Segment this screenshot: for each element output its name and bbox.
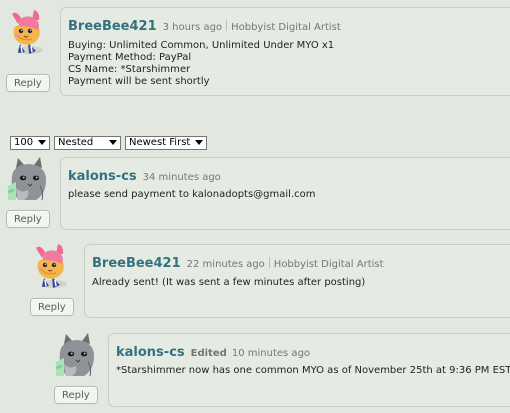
per-page-value: 100 xyxy=(14,137,34,148)
threading-value: Nested xyxy=(58,137,94,148)
divider xyxy=(268,257,270,268)
grey-creature-avatar-icon[interactable] xyxy=(6,156,56,206)
comment-bubble: kalons-cs Edited 10 minutes ago *Starshim… xyxy=(108,333,510,407)
comment-bubble: kalons-cs 34 minutes ago please send paym… xyxy=(60,157,510,230)
pink-fox-avatar-icon[interactable] xyxy=(30,240,80,290)
comment-body: Buying: Unlimited Common, Unlimited Unde… xyxy=(68,40,335,87)
username-link[interactable]: BreeBee421 xyxy=(92,256,181,271)
chevron-down-icon xyxy=(38,140,46,145)
threading-select[interactable]: Nested xyxy=(54,136,121,150)
comment-header: kalons-cs 34 minutes ago xyxy=(68,165,221,184)
username-link[interactable]: kalons-cs xyxy=(68,169,137,184)
comment-body: Already sent! (It was sent a few minutes… xyxy=(92,277,366,288)
comment-timestamp[interactable]: 10 minutes ago xyxy=(232,348,310,359)
pink-fox-avatar-icon[interactable] xyxy=(6,6,56,56)
reply-button[interactable]: Reply xyxy=(6,74,50,92)
comment-header: BreeBee421 3 hours ago Hobbyist Digital Ar… xyxy=(68,15,341,34)
comment-header: BreeBee421 22 minutes ago Hobbyist Digital… xyxy=(92,252,384,271)
grey-creature-avatar-icon[interactable] xyxy=(54,332,104,382)
comment-header: kalons-cs Edited 10 minutes ago xyxy=(116,341,310,360)
chevron-down-icon xyxy=(109,140,117,145)
per-page-select[interactable]: 100 xyxy=(10,136,50,150)
comment-sort-controls: 100 Nested Newest First xyxy=(10,136,207,150)
username-link[interactable]: BreeBee421 xyxy=(68,19,157,34)
user-title: Hobbyist Digital Artist xyxy=(273,259,384,270)
user-title: Hobbyist Digital Artist xyxy=(231,22,341,33)
divider xyxy=(226,20,228,31)
comment-timestamp[interactable]: 34 minutes ago xyxy=(143,172,221,183)
chevron-down-icon xyxy=(195,140,203,145)
comment-body: *Starshimmer now has one common MYO as o… xyxy=(116,365,510,376)
username-link[interactable]: kalons-cs xyxy=(116,345,185,360)
comment-bubble: BreeBee421 3 hours ago Hobbyist Digital Ar… xyxy=(60,7,510,96)
comment-timestamp[interactable]: 22 minutes ago xyxy=(187,259,265,270)
sort-select[interactable]: Newest First xyxy=(125,136,207,150)
sort-value: Newest First xyxy=(129,137,191,148)
comment-body: please send payment to kalonadopts@gmail… xyxy=(68,189,316,200)
reply-button[interactable]: Reply xyxy=(6,210,50,228)
comment-timestamp[interactable]: 3 hours ago xyxy=(163,22,222,33)
edited-label: Edited xyxy=(190,348,227,359)
comment-bubble: BreeBee421 22 minutes ago Hobbyist Digital… xyxy=(84,244,510,318)
reply-button[interactable]: Reply xyxy=(30,298,74,316)
reply-button[interactable]: Reply xyxy=(54,386,98,404)
